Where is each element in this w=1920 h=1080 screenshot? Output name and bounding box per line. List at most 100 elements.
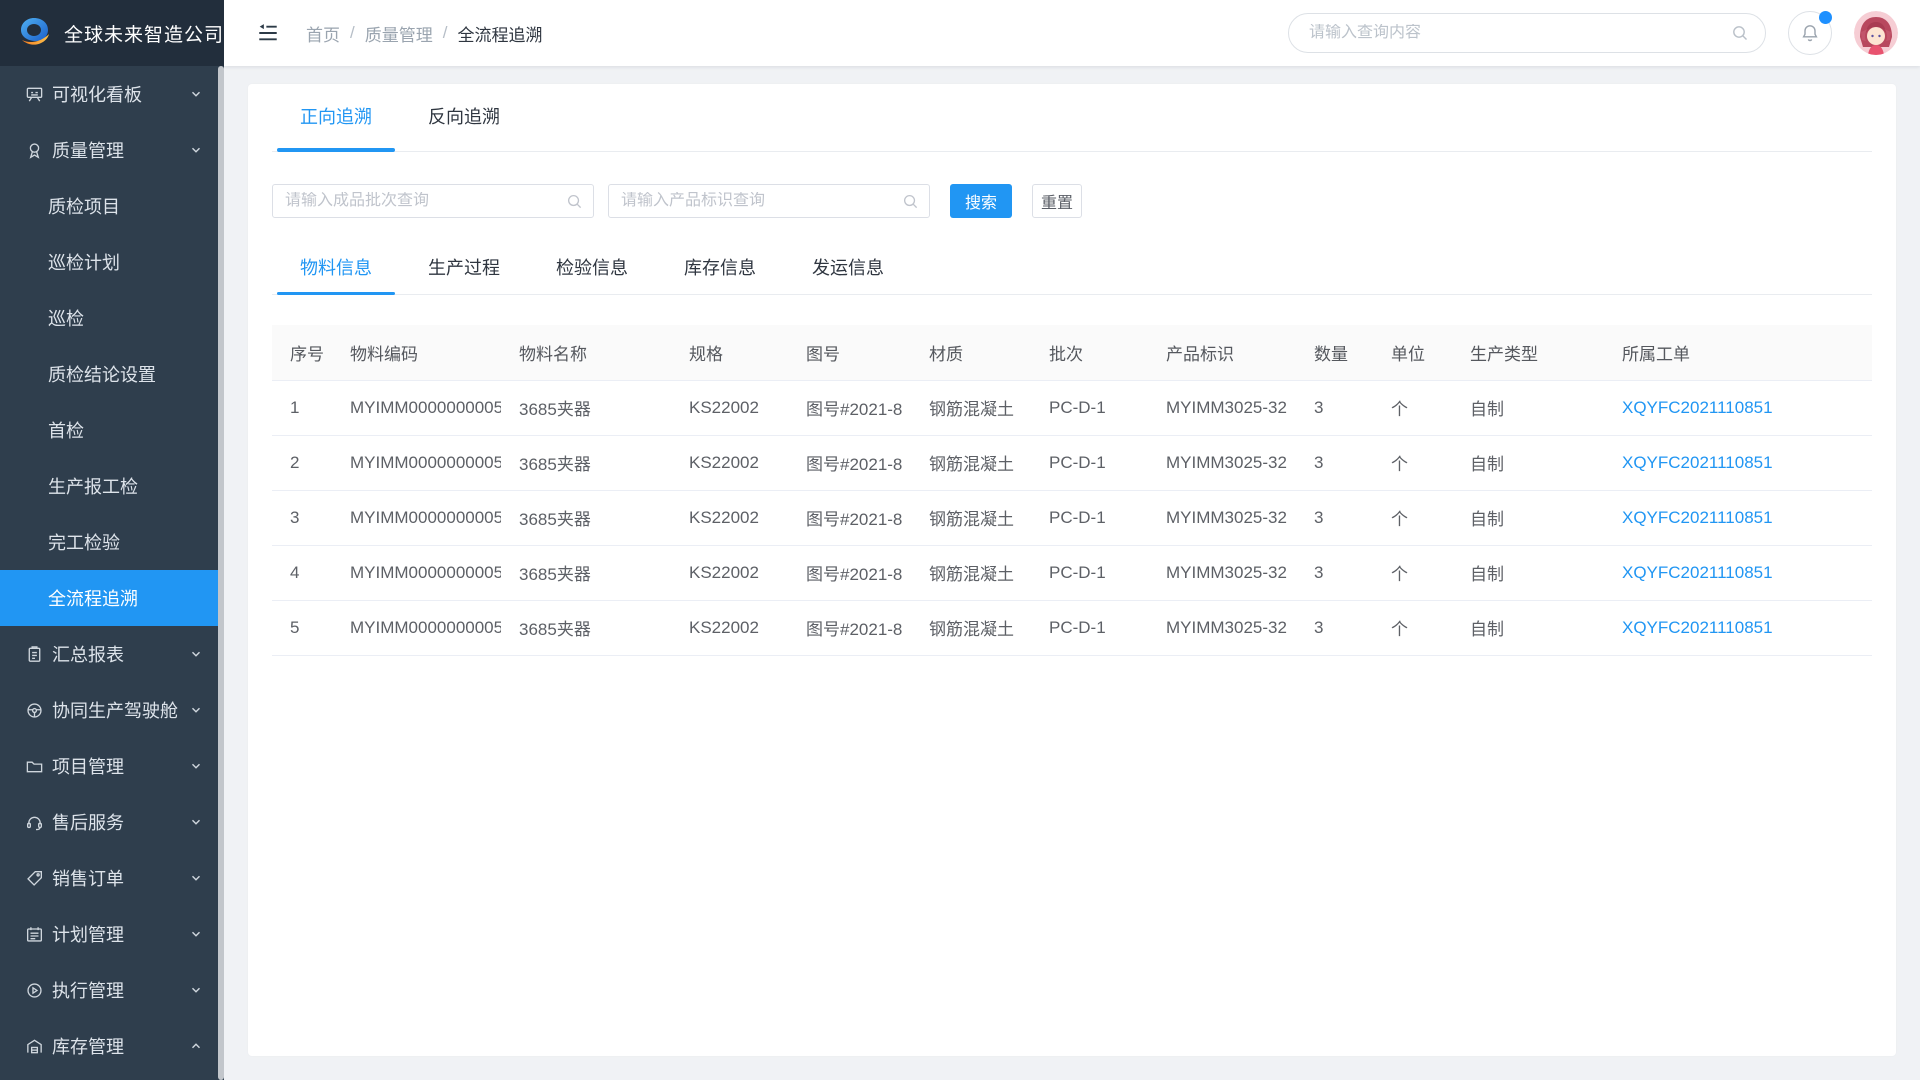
topbar: 首页 / 质量管理 / 全流程追溯 (224, 0, 1920, 66)
cell-material-quality: 钢筋混凝土 (911, 435, 1031, 490)
product-id-search-input[interactable] (621, 192, 895, 210)
warehouse-icon (24, 1036, 44, 1056)
tab-material-info[interactable]: 物料信息 (272, 254, 400, 294)
col-quantity: 数量 (1296, 325, 1373, 380)
cell-drawing-no: 图号#2021-8 (788, 490, 911, 545)
sidebar-item-label: 库存管理 (52, 1033, 124, 1059)
sidebar-item-label: 项目管理 (52, 753, 124, 779)
cell-quantity: 3 (1296, 545, 1373, 600)
tab-forward-trace[interactable]: 正向追溯 (272, 84, 400, 151)
cell-production-type: 自制 (1452, 490, 1604, 545)
search-icon (902, 193, 919, 215)
cell-serial: 5 (272, 600, 332, 655)
sidebar-item-quality-management[interactable]: 质量管理 (0, 122, 224, 178)
sidebar-item-after-sales[interactable]: 售后服务 (0, 794, 224, 850)
sidebar-item-label: 质检项目 (48, 193, 120, 219)
sidebar-subitem-inspection-conclusion-settings[interactable]: 质检结论设置 (0, 346, 224, 402)
sidebar-subitem-patrol-inspection[interactable]: 巡检 (0, 290, 224, 346)
sidebar-subitem-full-process-trace[interactable]: 全流程追溯 (0, 570, 224, 626)
trace-card: 正向追溯 反向追溯 搜索 重置 物料信息 (248, 84, 1896, 1056)
cell-material-code: MYIMM000000000561 (332, 545, 501, 600)
cell-material-quality: 钢筋混凝土 (911, 380, 1031, 435)
work-order-link[interactable]: XQYFC2021110851 (1604, 435, 1872, 490)
tab-reverse-trace[interactable]: 反向追溯 (400, 84, 528, 151)
sidebar-item-plan-management[interactable]: 计划管理 (0, 906, 224, 962)
tab-inspection-info[interactable]: 检验信息 (528, 254, 656, 294)
breadcrumb-quality-management[interactable]: 质量管理 (365, 21, 433, 46)
col-production-type: 生产类型 (1452, 325, 1604, 380)
cell-batch: PC-D-1 (1031, 380, 1148, 435)
sidebar-subitem-production-report-inspection[interactable]: 生产报工检 (0, 458, 224, 514)
sidebar-item-inventory-management[interactable]: 库存管理 (0, 1018, 224, 1074)
report-icon (24, 644, 44, 664)
sidebar-subitem-inspection-items[interactable]: 质检项目 (0, 178, 224, 234)
sidebar-subitem-completion-inspection[interactable]: 完工检验 (0, 514, 224, 570)
logo-bar: 全球未来智造公司 (0, 0, 224, 66)
cell-quantity: 3 (1296, 600, 1373, 655)
sidebar-subitem-patrol-plan[interactable]: 巡检计划 (0, 234, 224, 290)
cell-serial: 4 (272, 545, 332, 600)
cell-material-name: 3685夹器 (501, 545, 671, 600)
user-avatar[interactable] (1854, 11, 1898, 55)
company-logo-icon (14, 13, 54, 53)
tab-inventory-info[interactable]: 库存信息 (656, 254, 784, 294)
menu-fold-icon[interactable] (256, 21, 280, 45)
breadcrumb-separator: / (350, 23, 355, 43)
sidebar-menu: 可视化看板 质量管理 质检项目 巡检计划 巡检 质检结论设置 首检 生产报工检 (0, 66, 224, 1074)
cell-spec: KS22002 (671, 545, 788, 600)
search-button[interactable]: 搜索 (950, 184, 1012, 218)
sidebar-item-execution-management[interactable]: 执行管理 (0, 962, 224, 1018)
cell-material-quality: 钢筋混凝土 (911, 545, 1031, 600)
sidebar-subitem-first-inspection[interactable]: 首检 (0, 402, 224, 458)
work-order-link[interactable]: XQYFC2021110851 (1604, 490, 1872, 545)
col-drawing-no: 图号 (788, 325, 911, 380)
cell-production-type: 自制 (1452, 435, 1604, 490)
cell-serial: 2 (272, 435, 332, 490)
product-id-search-field (608, 184, 930, 218)
cell-material-code: MYIMM000000000561 (332, 490, 501, 545)
cell-material-quality: 钢筋混凝土 (911, 600, 1031, 655)
work-order-link[interactable]: XQYFC2021110851 (1604, 545, 1872, 600)
col-material-code: 物料编码 (332, 325, 501, 380)
main-content: 正向追溯 反向追溯 搜索 重置 物料信息 (224, 66, 1920, 1080)
sidebar-item-collaborative-cockpit[interactable]: 协同生产驾驶舱 (0, 682, 224, 738)
sidebar-item-sales-orders[interactable]: 销售订单 (0, 850, 224, 906)
cell-spec: KS22002 (671, 600, 788, 655)
notification-bell-button[interactable] (1788, 11, 1832, 55)
cell-unit: 个 (1373, 380, 1452, 435)
sidebar-item-label: 可视化看板 (52, 81, 142, 107)
tag-icon (24, 868, 44, 888)
sidebar-item-project-management[interactable]: 项目管理 (0, 738, 224, 794)
tab-production-process[interactable]: 生产过程 (400, 254, 528, 294)
cell-product-id: MYIMM3025-32 (1148, 490, 1296, 545)
breadcrumb-home[interactable]: 首页 (306, 21, 340, 46)
sidebar: 全球未来智造公司 可视化看板 质量管理 质检项目 巡检计划 (0, 0, 224, 1080)
cell-drawing-no: 图号#2021-8 (788, 380, 911, 435)
work-order-link[interactable]: XQYFC2021110851 (1604, 600, 1872, 655)
cell-quantity: 3 (1296, 435, 1373, 490)
col-batch: 批次 (1031, 325, 1148, 380)
chevron-down-icon (190, 760, 202, 772)
sidebar-item-label: 计划管理 (52, 921, 124, 947)
work-order-link[interactable]: XQYFC2021110851 (1604, 380, 1872, 435)
reset-button[interactable]: 重置 (1032, 184, 1082, 218)
batch-search-input[interactable] (285, 192, 559, 210)
cell-unit: 个 (1373, 490, 1452, 545)
folder-icon (24, 756, 44, 776)
cell-quantity: 3 (1296, 490, 1373, 545)
tab-shipping-info[interactable]: 发运信息 (784, 254, 912, 294)
sidebar-item-label: 质检结论设置 (48, 361, 156, 387)
chevron-down-icon (190, 144, 202, 156)
cell-spec: KS22002 (671, 435, 788, 490)
col-product-id: 产品标识 (1148, 325, 1296, 380)
sidebar-item-visual-dashboard[interactable]: 可视化看板 (0, 66, 224, 122)
cell-quantity: 3 (1296, 380, 1373, 435)
cell-material-code: MYIMM000000000561 (332, 435, 501, 490)
sidebar-scrollbar-thumb[interactable] (218, 66, 224, 1080)
sidebar-item-summary-reports[interactable]: 汇总报表 (0, 626, 224, 682)
cell-unit: 个 (1373, 545, 1452, 600)
sidebar-item-label: 全流程追溯 (48, 585, 138, 611)
notification-dot (1819, 11, 1832, 24)
global-search-input[interactable] (1309, 24, 1725, 42)
table-header-row: 序号 物料编码 物料名称 规格 图号 材质 批次 产品标识 数量 单位 生产类型… (272, 325, 1872, 380)
